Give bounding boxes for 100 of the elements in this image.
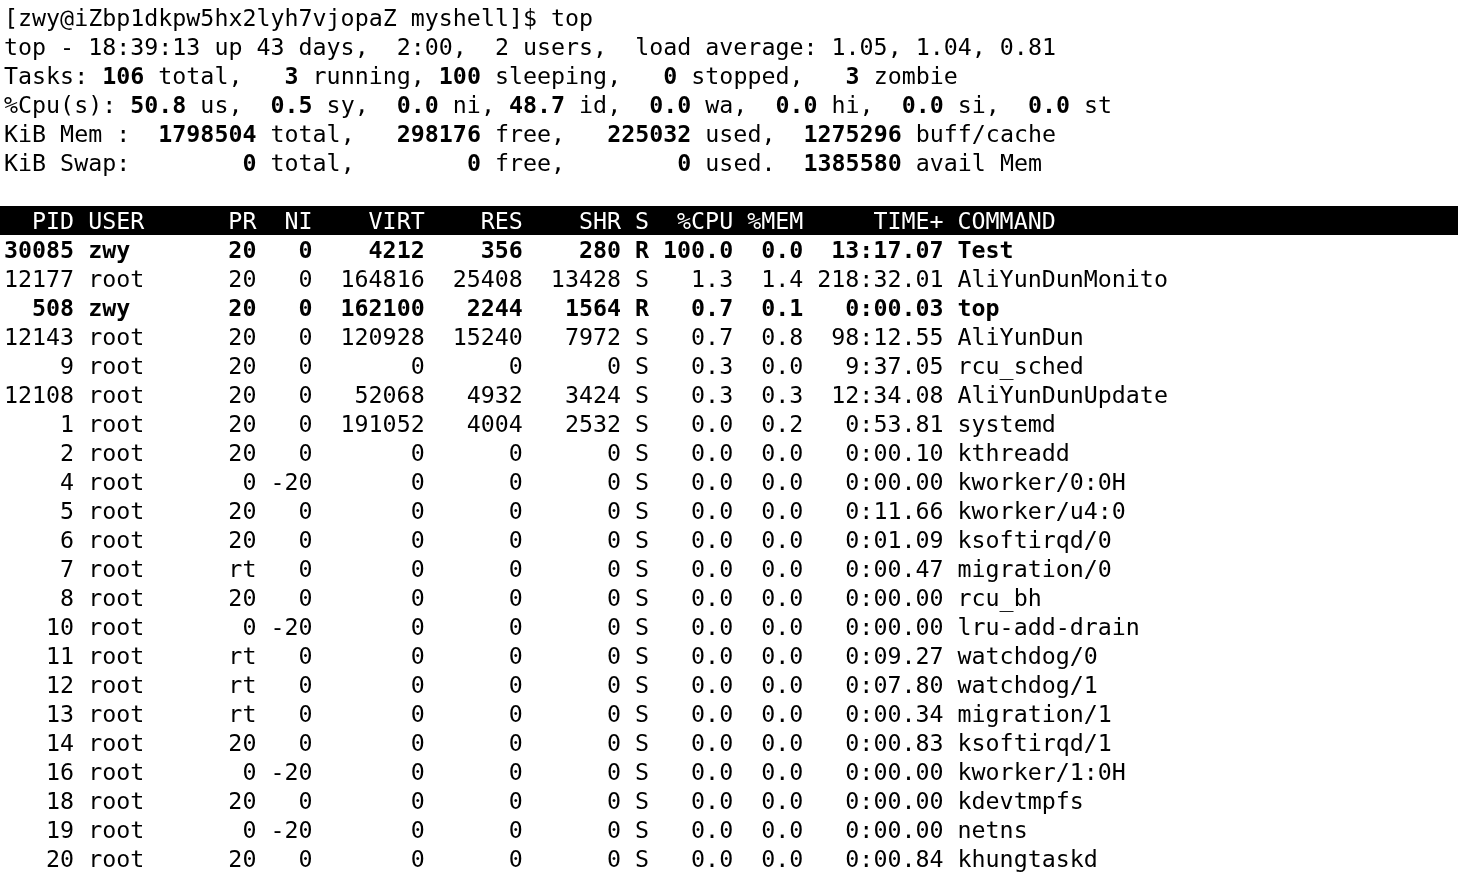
table-cell: S — [635, 438, 650, 467]
table-cell-text: 0 — [297, 728, 313, 757]
table-cell-text: 98:12.55 — [830, 322, 944, 351]
table-cell-text: AliYunDun — [957, 322, 1085, 351]
table-cell-text: 0 — [409, 351, 425, 380]
table-cell-text: 0 — [507, 612, 523, 641]
table-cell-text: 4004 — [465, 409, 523, 438]
table-cell-text: 0.0 — [690, 438, 734, 467]
table-cell-text: 0 — [605, 757, 621, 786]
table-cell-text: root — [88, 264, 146, 293]
table-cell-text: 0.0 — [690, 815, 734, 844]
table-cell-text: 18 — [45, 786, 75, 815]
table-cell: S — [635, 612, 650, 641]
summary-line: top - 18:39:13 up 43 days, 2:00, 2 users, load average: 1.05, 1.04, 0.81 — [3, 32, 1057, 61]
column-header: PR — [227, 206, 257, 235]
table-cell-text: 0.0 — [760, 786, 804, 815]
table-cell-text: 0.0 — [690, 467, 734, 496]
table-cell-text: 0 — [507, 641, 523, 670]
table-cell-text: 0 — [605, 438, 621, 467]
table-cell-text: 0 — [605, 612, 621, 641]
table-cell-text: 0 — [409, 583, 425, 612]
table-cell-text: 0 — [297, 554, 313, 583]
table-cell-text: 0 — [409, 815, 425, 844]
table-cell-text: 0 — [297, 641, 313, 670]
table-cell: S — [635, 409, 650, 438]
table-cell-text: 0.0 — [760, 351, 804, 380]
table-cell-text: 0.0 — [760, 496, 804, 525]
table-cell-text: root — [88, 786, 146, 815]
table-cell: S — [635, 322, 650, 351]
table-cell-text: 0.0 — [760, 844, 804, 873]
table-cell: S — [635, 786, 650, 815]
table-cell-text: root — [88, 554, 146, 583]
table-cell-text: 0.0 — [760, 554, 804, 583]
table-cell-text: 0.0 — [690, 728, 734, 757]
table-cell: 12177 — [4, 264, 75, 293]
table-cell-text: 0.0 — [690, 554, 734, 583]
table-cell-text: 0:09.27 — [844, 641, 944, 670]
table-cell-text: 0:00.84 — [844, 844, 944, 873]
table-cell: 218:32.01 — [817, 264, 944, 293]
table-cell-text: 0 — [409, 612, 425, 641]
table-cell-text: migration/0 — [957, 554, 1113, 583]
table-cell-text: 0.0 — [760, 815, 804, 844]
table-cell-text: 0 — [409, 496, 425, 525]
table-cell-text: 0.0 — [690, 641, 734, 670]
table-cell-text: 2244 — [465, 293, 523, 322]
table-cell-text: rt — [227, 641, 257, 670]
table-cell-text: 0 — [297, 844, 313, 873]
table-cell-text: 0 — [241, 467, 257, 496]
table-cell-text: 0.1 — [760, 293, 804, 322]
table-cell: S — [635, 264, 650, 293]
table-cell-text: 0.0 — [760, 670, 804, 699]
table-cell-text: rt — [227, 699, 257, 728]
table-cell-text: 0 — [605, 583, 621, 612]
table-cell: S — [635, 583, 650, 612]
table-cell-text: 0 — [507, 496, 523, 525]
table-cell-text: 0.0 — [690, 525, 734, 554]
table-cell-text: 0 — [297, 235, 313, 264]
table-cell-text: 0 — [297, 293, 313, 322]
table-cell-text: root — [88, 525, 146, 554]
table-cell-text: 0.0 — [760, 525, 804, 554]
table-cell-text: 0 — [605, 641, 621, 670]
table-cell-text: 0.0 — [690, 583, 734, 612]
table-cell: S — [635, 699, 650, 728]
table-cell-text: 0 — [507, 525, 523, 554]
table-cell-text: 6 — [59, 525, 75, 554]
table-cell-text: 0:53.81 — [844, 409, 944, 438]
table-cell-text: 8 — [59, 583, 75, 612]
table-cell-text: 19 — [45, 815, 75, 844]
table-cell-text: 0 — [409, 670, 425, 699]
table-cell-text: 0:00.03 — [844, 293, 944, 322]
table-cell-text: 0:00.34 — [844, 699, 944, 728]
table-cell-text: 0 — [507, 757, 523, 786]
table-cell-text: 0:00.00 — [844, 612, 944, 641]
table-cell: -20 — [270, 467, 313, 496]
table-cell-text: 20 — [227, 235, 257, 264]
table-cell-text: 0.0 — [690, 670, 734, 699]
table-cell-text: rcu_sched — [957, 351, 1085, 380]
table-cell-text: 0.0 — [760, 612, 804, 641]
table-cell: S — [635, 844, 650, 873]
table-cell: S — [635, 554, 650, 583]
table-cell-text: 191052 — [339, 409, 425, 438]
table-cell-text: 0.0 — [690, 409, 734, 438]
table-cell-text: 0 — [297, 322, 313, 351]
table-cell-text: root — [88, 409, 146, 438]
table-cell-text: kthreadd — [957, 438, 1071, 467]
table-cell-text: 0 — [241, 815, 257, 844]
table-cell-text: 16 — [45, 757, 75, 786]
table-cell-text: 0 — [605, 699, 621, 728]
table-cell-text: 0 — [409, 554, 425, 583]
table-cell-text: 508 — [31, 293, 75, 322]
table-cell-text: 7 — [59, 554, 75, 583]
table-cell-text: 20 — [227, 380, 257, 409]
table-cell-text: 0:00.00 — [844, 815, 944, 844]
table-cell-text: root — [88, 351, 146, 380]
table-cell-text: migration/1 — [957, 699, 1113, 728]
table-cell-text: rt — [227, 670, 257, 699]
table-cell-text: 0 — [507, 670, 523, 699]
table-cell-text: 0.0 — [760, 235, 804, 264]
table-cell-text: 7972 — [563, 322, 621, 351]
table-cell-text: 0.7 — [690, 322, 734, 351]
